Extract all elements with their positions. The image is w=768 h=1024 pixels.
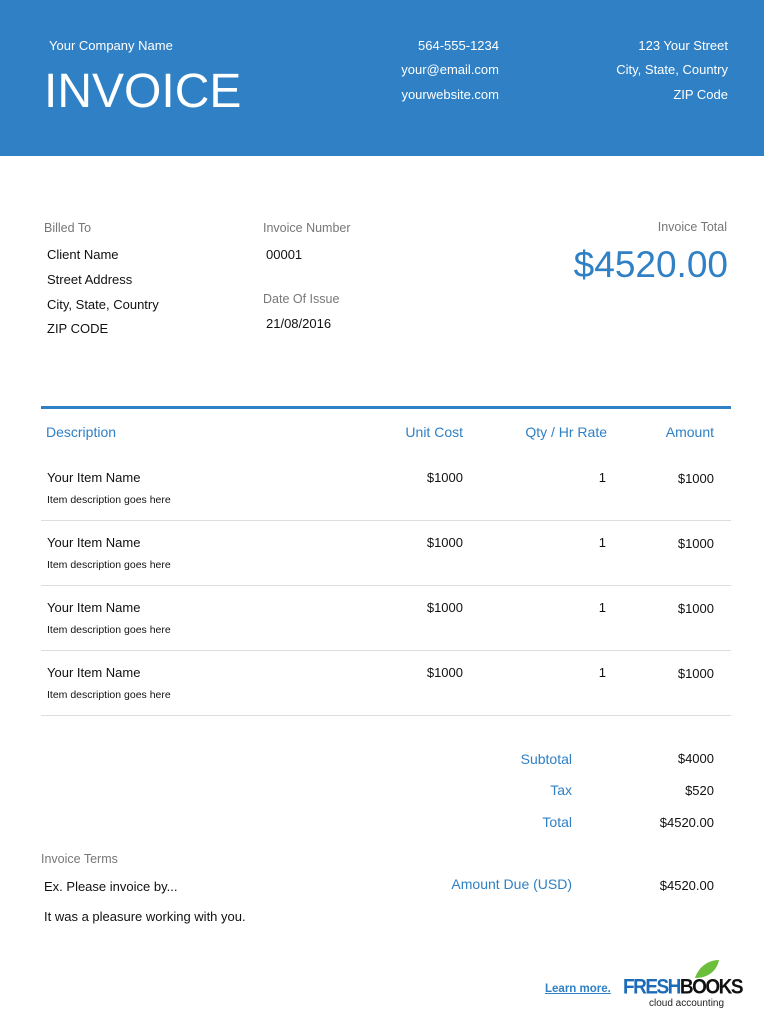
terms-label: Invoice Terms [41,852,118,866]
total-value: $4520.00 [659,815,714,830]
item-description: Item description goes here [47,494,171,506]
col-qty: Qty / Hr Rate [525,424,607,440]
item-description: Item description goes here [47,559,171,571]
client-street: Street Address [47,272,133,287]
table-row: Your Item Name Item description goes her… [41,586,731,651]
item-amount: $1000 [677,666,714,681]
item-amount: $1000 [677,536,714,551]
item-qty: 1 [598,665,606,680]
item-amount: $1000 [677,601,714,616]
website: yourwebsite.com [401,87,499,102]
client-zip: ZIP CODE [47,321,109,336]
invoice-number-label: Invoice Number [263,221,351,235]
zip: ZIP Code [673,87,728,102]
item-qty: 1 [598,470,606,485]
client-name: Client Name [47,247,119,262]
table-row: Your Item Name Item description goes her… [41,521,731,586]
email: your@email.com [401,62,499,77]
item-qty: 1 [598,535,606,550]
col-amount: Amount [665,424,714,440]
invoice-number: 00001 [266,247,303,262]
freshbooks-logo: FRESHBOOKS cloud accounting [623,958,744,1013]
item-description: Item description goes here [47,624,171,636]
invoice-header: Your Company Name INVOICE 564-555-1234 y… [0,0,764,156]
item-cost: $1000 [426,665,463,680]
table-row: Your Item Name Item description goes her… [41,456,731,521]
invoice-total-label: Invoice Total [657,220,727,234]
col-description: Description [46,424,117,440]
subtotal-label: Subtotal [520,751,572,767]
item-name: Your Item Name [47,470,141,485]
client-city: City, State, Country [47,297,159,312]
amount-due-label: Amount Due (USD) [451,876,572,892]
billed-to-label: Billed To [44,221,92,235]
invoice-title: INVOICE [44,65,242,118]
table-row: Your Item Name Item description goes her… [41,651,731,716]
tax-value: $520 [685,783,714,798]
learn-more-link[interactable]: Learn more. [545,983,611,995]
table-top-rule [41,406,731,409]
date-label: Date Of Issue [263,292,340,306]
item-amount: $1000 [677,471,714,486]
date-of-issue: 21/08/2016 [266,316,332,331]
terms-line-1: Ex. Please invoice by... [44,879,178,894]
city: City, State, Country [616,62,728,77]
street: 123 Your Street [638,38,728,53]
col-unit-cost: Unit Cost [405,424,463,440]
item-name: Your Item Name [47,665,141,680]
amount-due-value: $4520.00 [659,878,714,893]
item-cost: $1000 [426,470,463,485]
total-label: Total [542,814,572,830]
phone: 564-555-1234 [418,38,499,53]
terms-line-2: It was a pleasure working with you. [44,909,246,924]
item-cost: $1000 [426,535,463,550]
invoice-total: $4520.00 [573,244,728,285]
item-name: Your Item Name [47,600,141,615]
subtotal-value: $4000 [677,751,714,766]
company-name: Your Company Name [49,38,173,53]
item-cost: $1000 [426,600,463,615]
item-qty: 1 [598,600,606,615]
item-name: Your Item Name [47,535,141,550]
tax-label: Tax [550,782,572,798]
item-description: Item description goes here [47,689,171,701]
